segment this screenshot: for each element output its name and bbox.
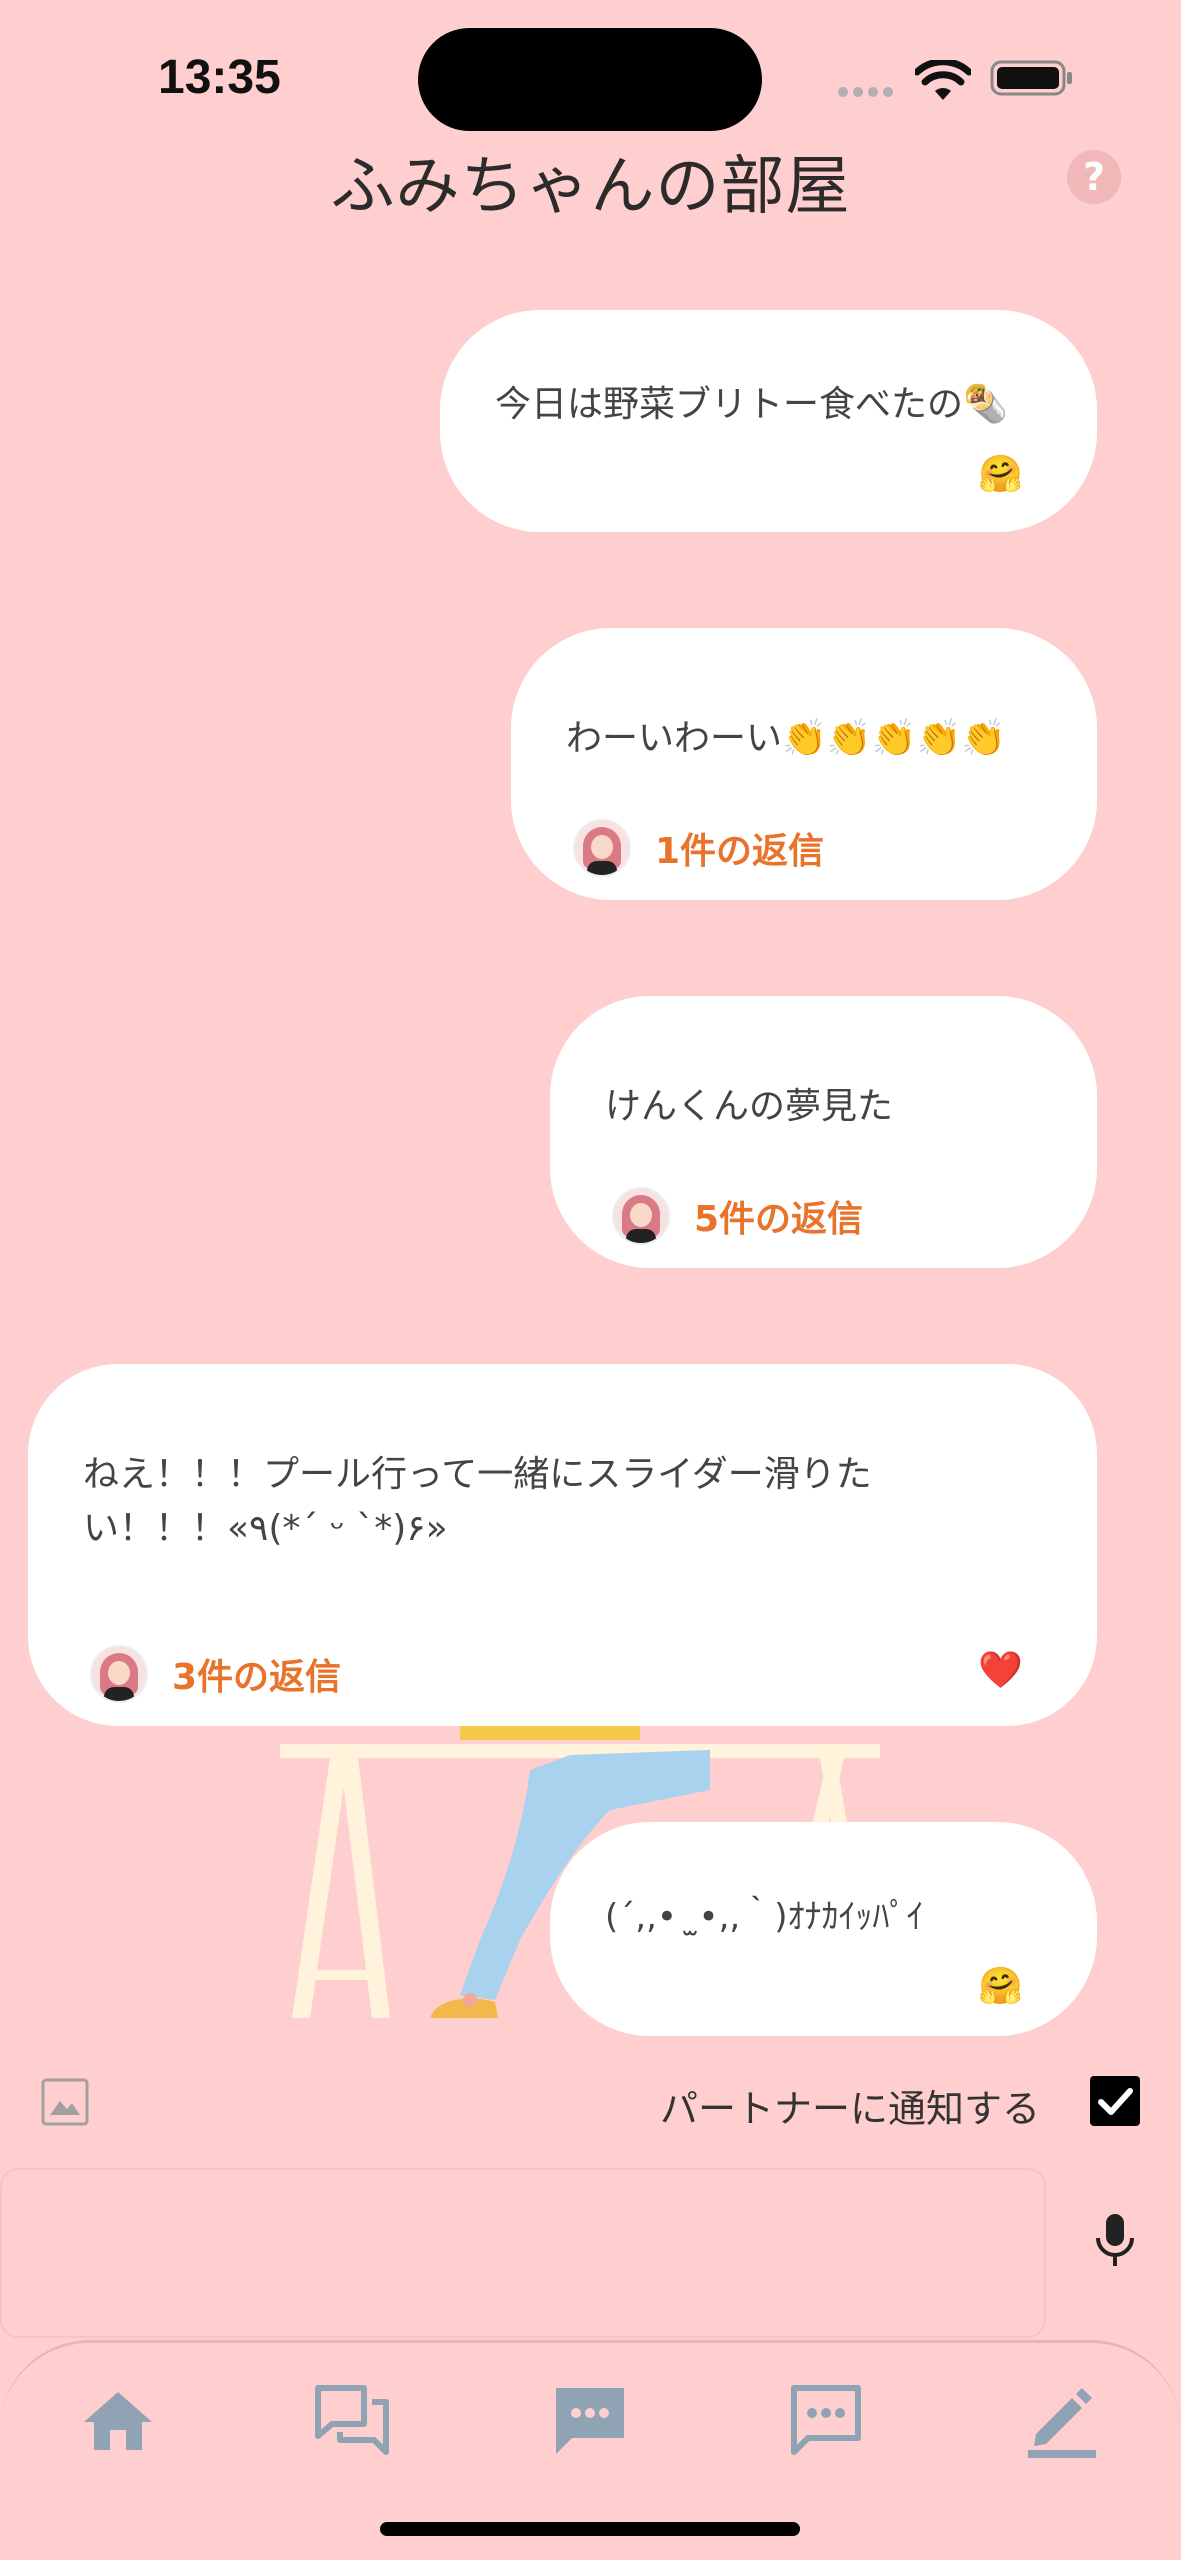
battery-icon	[990, 60, 1072, 96]
reply-link[interactable]: 3件の返信	[90, 1645, 341, 1703]
chat-outline-icon[interactable]	[786, 2380, 866, 2460]
status-time: 13:35	[158, 51, 281, 104]
message-text: わーいわーい👏👏👏👏👏	[566, 718, 1007, 759]
forum-icon[interactable]	[312, 2380, 392, 2460]
reply-count[interactable]: 3件の返信	[172, 1648, 341, 1700]
message-text: 今日は野菜ブリトー食べたの🌯	[495, 384, 1008, 425]
reply-link[interactable]: 5件の返信	[612, 1187, 863, 1245]
avatar	[90, 1645, 148, 1703]
notify-partner-label: パートナーに通知する	[660, 2087, 1041, 2131]
wifi-icon	[915, 60, 971, 100]
home-icon[interactable]	[78, 2380, 158, 2460]
message-bubble[interactable]: (´,,• ̫•,,｀)ｵﾅｶｲｯﾊﾟｲ 🤗	[550, 1822, 1097, 2036]
message-text: (´,,• ̫•,,｀)ｵﾅｶｲｯﾊﾟｲ	[605, 1897, 924, 1937]
microphone-icon[interactable]	[1090, 2210, 1140, 2270]
message-bubble[interactable]: 今日は野菜ブリトー食べたの🌯 🤗	[440, 310, 1097, 532]
message-bubble[interactable]: けんくんの夢見た 5件の返信	[550, 996, 1097, 1268]
dynamic-island	[418, 28, 762, 131]
message-input[interactable]	[0, 2168, 1046, 2338]
help-icon[interactable]: ?	[1067, 150, 1121, 204]
avatar	[573, 819, 631, 877]
home-indicator	[380, 2522, 800, 2536]
page-title: ふみちゃんの部屋	[330, 150, 851, 224]
message-text: けんくんの夢見た	[605, 1086, 894, 1127]
reply-count[interactable]: 1件の返信	[655, 822, 824, 874]
reaction-emoji[interactable]: ❤️	[978, 1649, 1023, 1691]
message-bubble[interactable]: ねえ！！！プール行って一緒にスライダー滑りた い！！！«٩(*´ ᵕ `*)۶»…	[28, 1364, 1097, 1726]
avatar	[612, 1187, 670, 1245]
reaction-emoji[interactable]: 🤗	[978, 453, 1023, 495]
signal-icon	[838, 82, 898, 101]
reply-count[interactable]: 5件の返信	[694, 1190, 863, 1242]
message-text: ねえ！！！プール行って一緒にスライダー滑りた い！！！«٩(*´ ᵕ `*)۶»	[83, 1454, 872, 1549]
reply-link[interactable]: 1件の返信	[573, 819, 824, 877]
notify-partner-checkbox[interactable]	[1090, 2076, 1140, 2126]
image-icon[interactable]	[40, 2077, 90, 2127]
reaction-emoji[interactable]: 🤗	[978, 1965, 1023, 2007]
chat-icon[interactable]	[550, 2380, 630, 2460]
edit-icon[interactable]	[1022, 2380, 1102, 2460]
message-bubble[interactable]: わーいわーい👏👏👏👏👏 1件の返信	[511, 628, 1097, 900]
